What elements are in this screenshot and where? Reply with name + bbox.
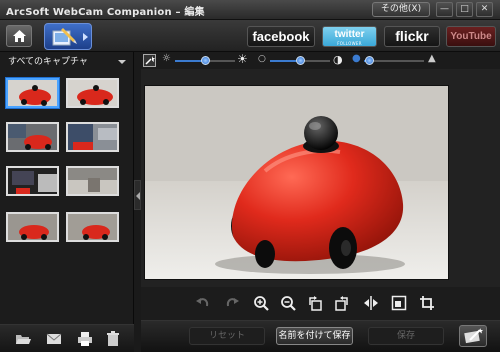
action-bar: リセット 名前を付けて保存 保存 (141, 320, 500, 352)
zoom-in-icon[interactable] (253, 295, 269, 311)
capture-library-panel: すべてのキャプチャ (0, 52, 134, 352)
thumbnail-image (8, 168, 57, 194)
twitter-share-button[interactable]: twitter FOLLOWER (322, 26, 377, 47)
saturation-icon: ● (352, 53, 361, 64)
print-icon[interactable] (76, 330, 94, 348)
auto-enhance-icon[interactable] (143, 54, 156, 67)
other-menu-button[interactable]: その他(X) (372, 2, 430, 17)
capture-edit-icon (52, 28, 77, 46)
thumbnail-6[interactable] (66, 166, 119, 196)
thumbnail-2[interactable] (66, 78, 119, 108)
chevron-down-icon (118, 60, 126, 64)
image-adjust-bar: ☼ ☀ ○ ◑ ● ▲ (141, 52, 500, 69)
contrast-high-icon: ◑ (333, 53, 343, 66)
reset-button[interactable]: リセット (189, 327, 265, 345)
saturation-slider-knob[interactable] (365, 56, 374, 65)
twitter-sub-label: FOLLOWER (337, 41, 362, 46)
zoom-out-icon[interactable] (280, 295, 296, 311)
collapse-panel-handle[interactable] (134, 180, 141, 210)
thumbnail-image (68, 124, 117, 150)
main-toolbar: facebook twitter FOLLOWER flickr YouTube (0, 20, 500, 52)
window-title: ArcSoft WebCam Companion – 編集 (6, 7, 205, 18)
contrast-low-icon: ○ (258, 54, 266, 64)
thumbnail-8[interactable] (66, 212, 119, 242)
undo-icon[interactable] (195, 295, 211, 311)
brightness-slider-knob[interactable] (201, 56, 210, 65)
preview-image (144, 85, 449, 280)
maximize-button[interactable]: □ (456, 2, 473, 17)
flip-icon[interactable] (363, 295, 379, 311)
preview-area (141, 69, 500, 287)
edit-toolbar (141, 287, 500, 320)
thumbnail-4[interactable] (66, 122, 119, 152)
open-folder-icon[interactable] (14, 330, 32, 348)
thumbnail-image (68, 214, 117, 240)
thumbnail-1[interactable] (6, 78, 59, 108)
redo-icon[interactable] (224, 295, 240, 311)
rotate-left-icon[interactable] (307, 295, 323, 311)
minimize-button[interactable]: — (436, 2, 453, 17)
rotate-right-icon[interactable] (334, 295, 350, 311)
toy-car-photo (145, 86, 448, 279)
youtube-share-button[interactable]: YouTube (446, 26, 496, 47)
trash-icon[interactable] (104, 330, 122, 348)
magic-wand-icon (464, 328, 483, 344)
thumbnail-image (8, 214, 57, 240)
twitter-label: twitter (334, 29, 365, 40)
thumbnail-image (8, 124, 57, 150)
save-as-button[interactable]: 名前を付けて保存 (276, 327, 353, 345)
edit-mode-button[interactable] (44, 23, 92, 50)
facebook-share-button[interactable]: facebook (247, 26, 315, 47)
brightness-high-icon: ☀ (237, 52, 248, 66)
thumbnail-image (68, 168, 117, 194)
library-footer (0, 324, 134, 352)
thumbnail-image (68, 80, 117, 106)
home-button[interactable] (6, 25, 32, 47)
sharpness-icon: ▲ (428, 53, 436, 64)
save-button[interactable]: 保存 (368, 327, 444, 345)
contrast-slider-knob[interactable] (296, 56, 305, 65)
capture-filter-dropdown[interactable]: すべてのキャプチャ (4, 55, 130, 69)
thumbnail-7[interactable] (6, 212, 59, 242)
thumbnail-3[interactable] (6, 122, 59, 152)
thumbnail-5[interactable] (6, 166, 59, 196)
capture-filter-label: すべてのキャプチャ (8, 57, 88, 67)
home-icon (13, 30, 26, 42)
flickr-share-button[interactable]: flickr (384, 26, 440, 47)
crop-icon[interactable] (419, 295, 435, 311)
email-icon[interactable] (45, 330, 63, 348)
title-bar: ArcSoft WebCam Companion – 編集 その他(X) — □… (0, 0, 500, 20)
expand-arrow-icon (83, 33, 88, 41)
close-button[interactable]: ✕ (476, 2, 493, 17)
brightness-low-icon: ☼ (162, 53, 171, 64)
thumbnail-image (8, 80, 57, 106)
magic-edit-button[interactable] (459, 325, 487, 347)
fit-icon[interactable] (391, 295, 407, 311)
